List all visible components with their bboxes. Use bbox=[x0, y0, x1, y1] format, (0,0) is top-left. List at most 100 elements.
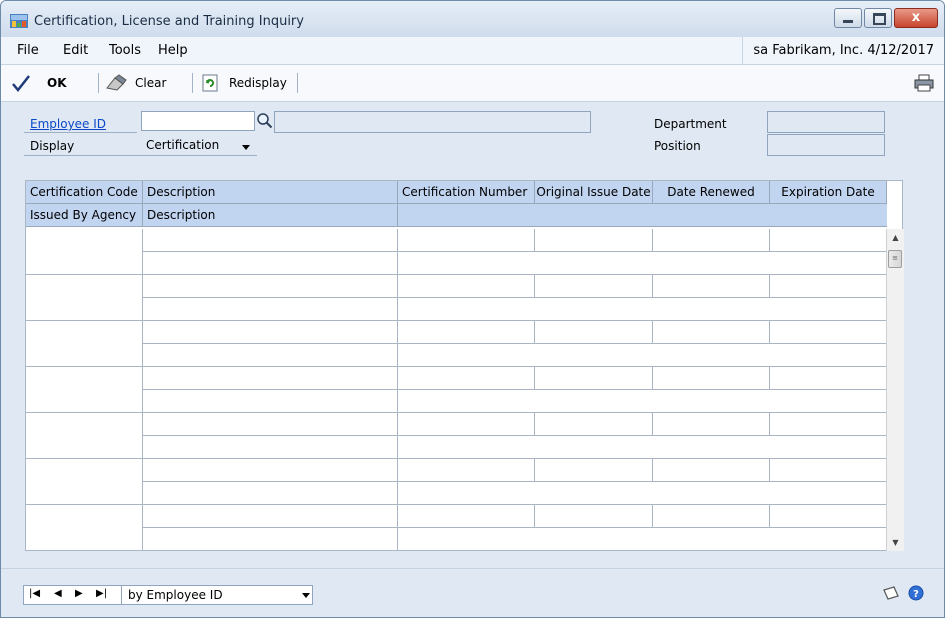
column-header: Description bbox=[143, 204, 398, 227]
grid-cell-line bbox=[769, 321, 770, 343]
maximize-button[interactable] bbox=[864, 8, 892, 28]
grid-cell-line bbox=[769, 367, 770, 389]
grid-cell-line bbox=[652, 505, 653, 527]
grid-cell-line bbox=[652, 321, 653, 343]
close-button[interactable]: x bbox=[894, 8, 938, 28]
grid-cell-line bbox=[769, 459, 770, 481]
sort-by-select[interactable]: by Employee ID bbox=[121, 586, 313, 604]
grid-row-line bbox=[26, 274, 886, 275]
grid-cell-line bbox=[652, 413, 653, 435]
department-label: Department bbox=[654, 117, 727, 131]
grid-cell-line bbox=[769, 275, 770, 297]
grid-row-line bbox=[26, 412, 886, 413]
close-icon: x bbox=[911, 10, 921, 25]
toolbar-separator bbox=[192, 73, 193, 93]
minimize-button[interactable] bbox=[834, 8, 862, 28]
column-header: Certification Number bbox=[398, 181, 535, 204]
lookup-icon[interactable] bbox=[256, 112, 273, 129]
menu-file[interactable]: File bbox=[17, 43, 39, 58]
maximize-icon bbox=[873, 13, 886, 25]
previous-record-icon[interactable]: ◀ bbox=[54, 588, 62, 599]
grid-cell-line bbox=[769, 413, 770, 435]
grid-cell-line bbox=[652, 459, 653, 481]
grid-cell-line bbox=[534, 229, 535, 251]
column-header-filler bbox=[398, 204, 887, 227]
clear-button[interactable]: Clear bbox=[105, 72, 166, 94]
print-icon[interactable] bbox=[914, 74, 934, 92]
grid-row-line bbox=[142, 481, 886, 482]
grid-cell-line bbox=[534, 367, 535, 389]
clear-label: Clear bbox=[135, 76, 167, 90]
grid-cell-line bbox=[534, 459, 535, 481]
grid-row-line bbox=[142, 389, 886, 390]
grid-row-line bbox=[142, 527, 886, 528]
chevron-down-icon[interactable] bbox=[302, 593, 310, 598]
first-record-icon[interactable]: |◀ bbox=[29, 588, 40, 599]
toolbar-separator bbox=[297, 73, 298, 93]
grid-cell-line bbox=[769, 229, 770, 251]
grid-cell-line bbox=[652, 229, 653, 251]
scroll-thumb[interactable]: ≡ bbox=[888, 250, 902, 268]
last-record-icon[interactable]: ▶| bbox=[96, 588, 107, 599]
inquiry-window: Certification, License and Training Inqu… bbox=[0, 0, 945, 618]
position-label: Position bbox=[654, 139, 701, 153]
chevron-down-icon[interactable] bbox=[242, 145, 250, 150]
eraser-icon bbox=[106, 74, 127, 91]
employee-id-input[interactable] bbox=[141, 111, 255, 131]
grid-cell-line bbox=[534, 275, 535, 297]
grid-row-line bbox=[26, 458, 886, 459]
employee-id-link[interactable]: Employee ID bbox=[30, 117, 106, 131]
ok-button[interactable]: OK bbox=[11, 72, 67, 94]
department-field bbox=[767, 111, 885, 133]
grid-cell-line bbox=[652, 367, 653, 389]
menu-tools[interactable]: Tools bbox=[109, 43, 141, 58]
display-label: Display bbox=[30, 139, 75, 153]
menu-bar: File Edit Tools Help sa Fabrikam, Inc. 4… bbox=[1, 37, 944, 65]
next-record-icon[interactable]: ▶ bbox=[75, 588, 83, 599]
app-icon bbox=[10, 14, 28, 28]
menu-edit[interactable]: Edit bbox=[63, 43, 88, 58]
title-bar: Certification, License and Training Inqu… bbox=[1, 1, 944, 37]
grid-row-line bbox=[26, 320, 886, 321]
label-divider bbox=[24, 132, 137, 133]
menu-help[interactable]: Help bbox=[158, 43, 188, 58]
grid-row-line bbox=[26, 504, 886, 505]
grid-cell-line bbox=[534, 505, 535, 527]
column-header: Date Renewed bbox=[653, 181, 770, 204]
note-icon[interactable] bbox=[882, 585, 900, 601]
window-title: Certification, License and Training Inqu… bbox=[34, 14, 304, 29]
scroll-down-icon[interactable]: ▼ bbox=[887, 534, 904, 551]
grid-row-line bbox=[142, 251, 886, 252]
display-underline bbox=[24, 155, 257, 156]
redisplay-icon bbox=[202, 74, 218, 92]
redisplay-button[interactable]: Redisplay bbox=[201, 72, 287, 94]
grid-row-line bbox=[142, 297, 886, 298]
grid-row-line bbox=[142, 343, 886, 344]
inquiry-grid: Certification Code Description Certifica… bbox=[25, 180, 904, 551]
scroll-up-icon[interactable]: ▲ bbox=[887, 229, 904, 246]
grid-cell-line bbox=[769, 505, 770, 527]
help-icon[interactable]: ? bbox=[908, 585, 924, 601]
inquiry-content: Employee ID Display Certification Depart… bbox=[1, 102, 944, 567]
grid-column-line bbox=[142, 229, 143, 551]
toolbar: OK Clear Redisplay bbox=[1, 65, 944, 102]
grid-row-line bbox=[142, 435, 886, 436]
checkmark-icon bbox=[12, 75, 30, 92]
minimize-icon bbox=[843, 20, 853, 23]
column-header: Description bbox=[143, 181, 398, 204]
display-select[interactable]: Certification bbox=[146, 138, 219, 152]
column-header: Issued By Agency bbox=[26, 204, 143, 227]
employee-name-field bbox=[274, 111, 591, 133]
status-bar: |◀ ◀ ▶ ▶| by Employee ID ? bbox=[1, 568, 944, 617]
column-header: Certification Code bbox=[26, 181, 143, 204]
grid-row-line bbox=[26, 366, 886, 367]
grid-cell-line bbox=[534, 413, 535, 435]
grid-column-line bbox=[397, 229, 398, 551]
column-header: Original Issue Date bbox=[535, 181, 653, 204]
grid-cell-line bbox=[534, 321, 535, 343]
grid-cell-line bbox=[652, 275, 653, 297]
toolbar-separator bbox=[98, 73, 99, 93]
column-header: Expiration Date bbox=[770, 181, 887, 204]
grid-scrollbar[interactable]: ▲ ≡ ▼ bbox=[886, 229, 904, 551]
record-navigator: |◀ ◀ ▶ ▶| by Employee ID bbox=[23, 585, 313, 605]
